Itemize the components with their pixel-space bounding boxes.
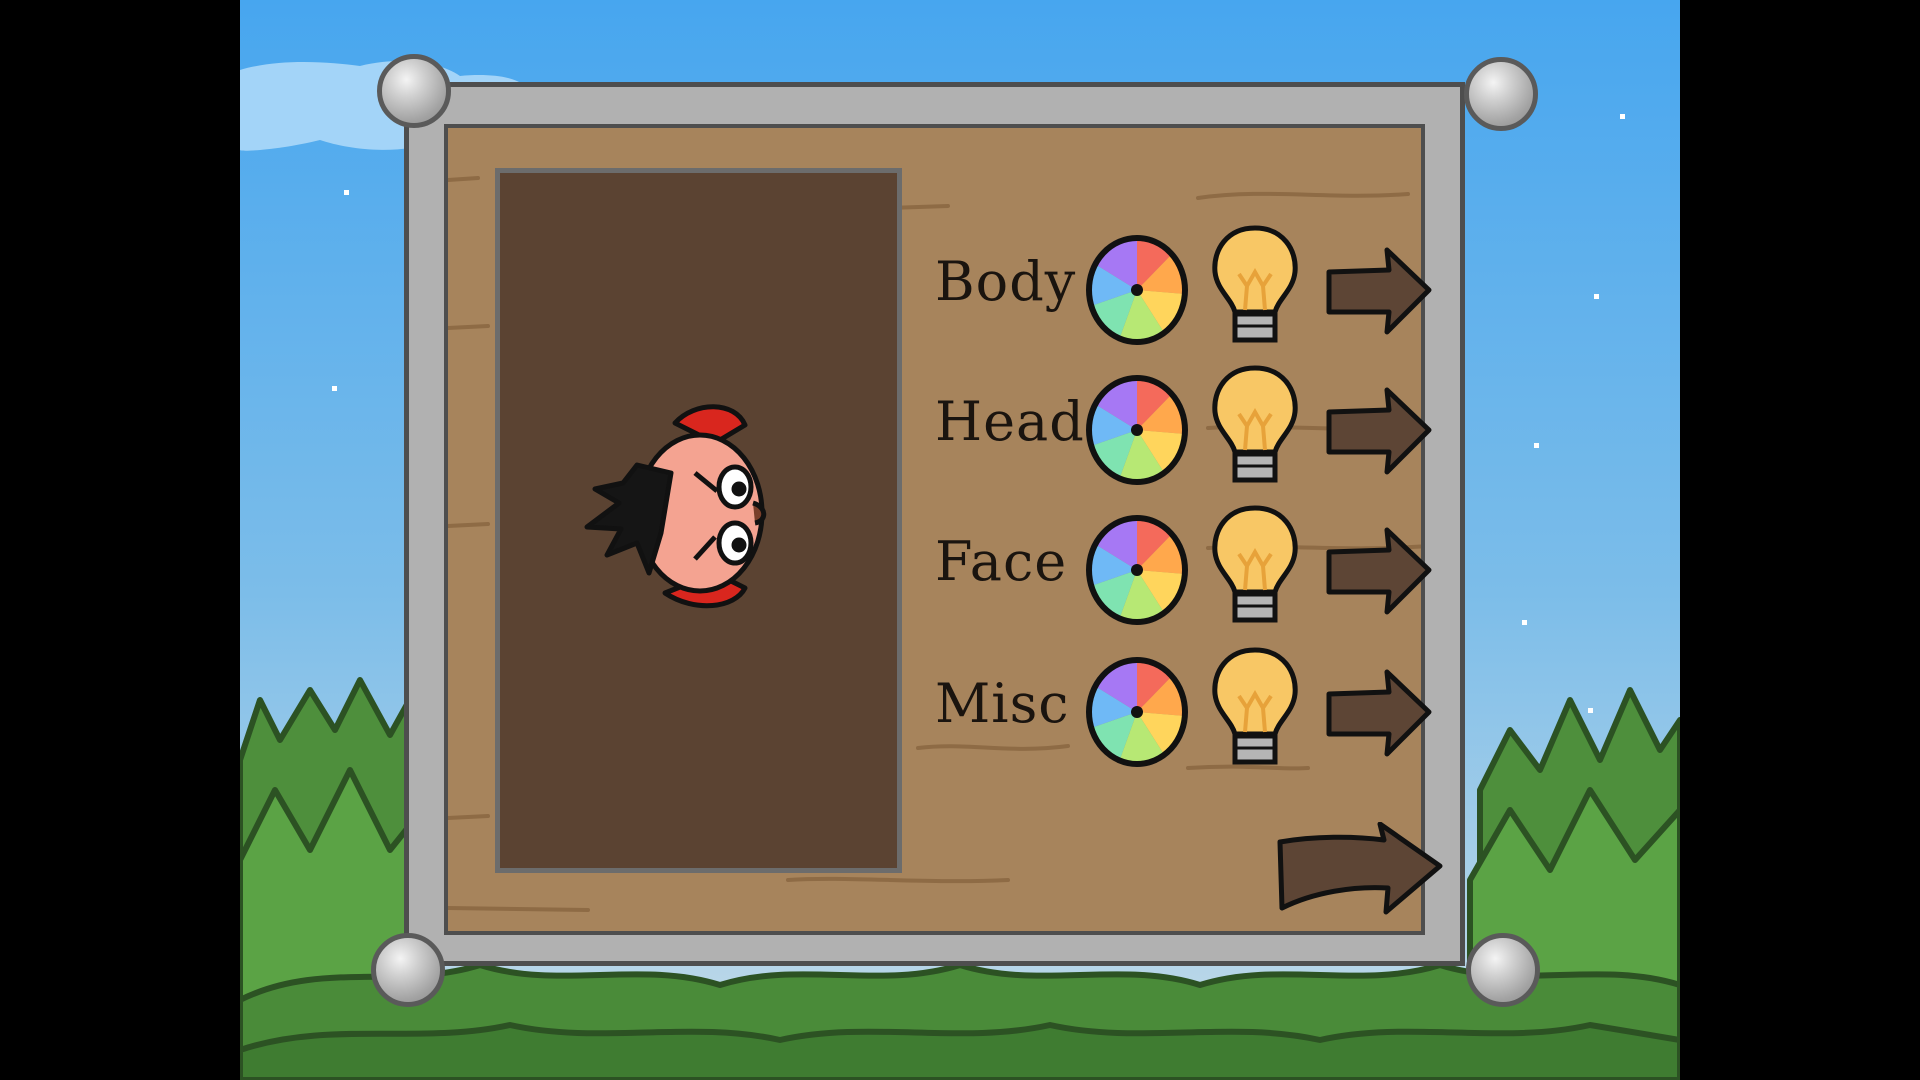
letterbox-right: [1680, 0, 1920, 1080]
letterbox-left: [0, 0, 240, 1080]
color-wheel-icon[interactable]: [1085, 514, 1189, 626]
bolt-bottom-right: [1466, 933, 1540, 1007]
lightbulb-icon[interactable]: [1209, 644, 1301, 772]
bolt-top-right: [1464, 57, 1538, 131]
color-wheel-icon[interactable]: [1085, 234, 1189, 346]
option-label-face: Face: [935, 530, 1068, 593]
lightbulb-icon[interactable]: [1209, 502, 1301, 630]
character-head-sprite: [584, 404, 767, 609]
option-row-body: Body: [935, 222, 1435, 345]
bolt-bottom-left: [371, 933, 445, 1007]
arrow-right-icon[interactable]: [1323, 526, 1435, 616]
option-label-head: Head: [935, 390, 1085, 453]
option-row-head: Head: [935, 362, 1435, 485]
option-label-misc: Misc: [935, 672, 1070, 735]
option-row-misc: Misc: [935, 644, 1435, 767]
game-scene: Body Head Face Misc: [240, 0, 1680, 1080]
lightbulb-icon[interactable]: [1209, 222, 1301, 350]
option-label-body: Body: [935, 250, 1077, 313]
forest-floor: [240, 962, 1680, 1080]
arrow-right-icon[interactable]: [1323, 386, 1435, 476]
color-wheel-icon[interactable]: [1085, 374, 1189, 486]
lightbulb-icon[interactable]: [1209, 362, 1301, 490]
bolt-top-left: [377, 54, 451, 128]
confirm-arrow-icon[interactable]: [1274, 822, 1446, 922]
arrow-right-icon[interactable]: [1323, 246, 1435, 336]
character-preview: [495, 168, 902, 873]
color-wheel-icon[interactable]: [1085, 656, 1189, 768]
arrow-right-icon[interactable]: [1323, 668, 1435, 758]
option-row-face: Face: [935, 502, 1435, 625]
